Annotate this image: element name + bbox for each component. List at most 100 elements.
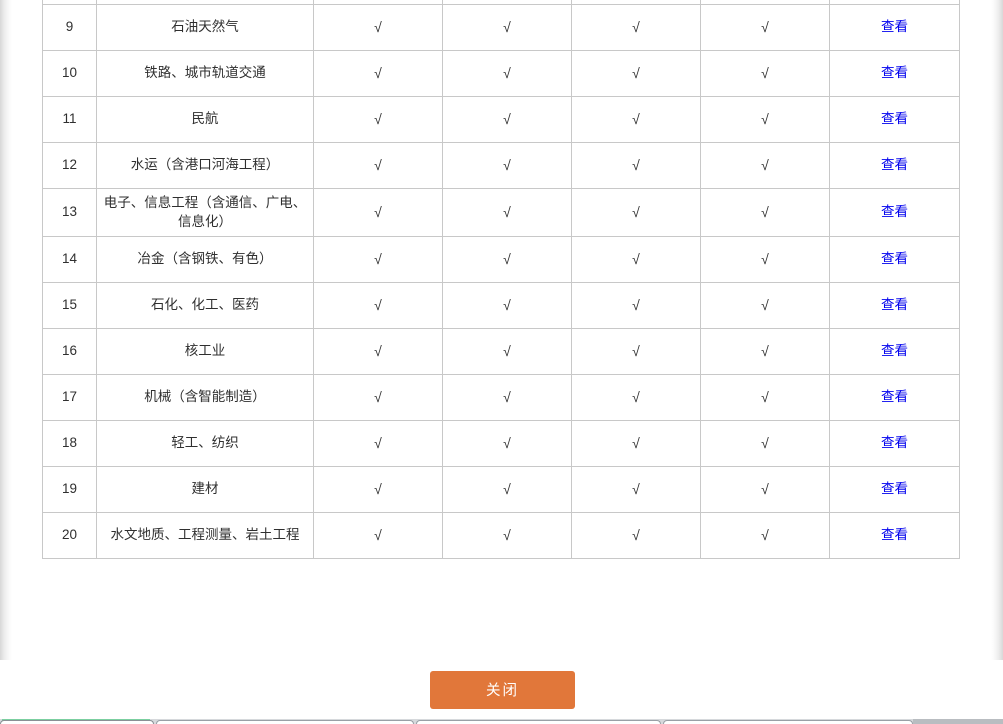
category-name-cell: 冶金（含钢铁、有色） (96, 235, 314, 283)
view-link[interactable]: 查看 (881, 343, 908, 358)
check-mark-cell-1: √ (313, 373, 443, 421)
check-mark-cell-2: √ (442, 187, 572, 237)
action-cell: 查看 (829, 235, 960, 283)
close-button[interactable]: 关闭 (430, 670, 575, 709)
check-mark-cell-1: √ (313, 187, 443, 237)
check-mark-cell-3: √ (571, 419, 701, 467)
view-link[interactable]: 查看 (881, 389, 908, 404)
view-link[interactable]: 查看 (881, 111, 908, 126)
category-name-cell: 电子、信息工程（含通信、广电、信息化） (96, 187, 314, 237)
check-mark-cell-4: √ (700, 419, 830, 467)
view-link[interactable]: 查看 (881, 204, 908, 219)
table-row: 17 机械（含智能制造） √ √ √ √ 查看 (42, 373, 960, 421)
chrome-tab-4[interactable] (663, 720, 913, 724)
action-cell: 查看 (829, 49, 960, 97)
check-mark-cell-4: √ (700, 95, 830, 143)
check-mark-cell-2: √ (442, 141, 572, 189)
row-index-cell: 16 (42, 327, 97, 375)
table-row: 11 民航 √ √ √ √ 查看 (42, 95, 960, 143)
check-mark-cell-1: √ (313, 281, 443, 329)
check-mark-cell-4: √ (700, 373, 830, 421)
check-mark-cell-1: √ (313, 465, 443, 513)
check-mark-cell-1: √ (313, 419, 443, 467)
row-index-cell: 19 (42, 465, 97, 513)
table-row: 9 石油天然气 √ √ √ √ 查看 (42, 3, 960, 51)
table-row: 19 建材 √ √ √ √ 查看 (42, 465, 960, 513)
check-mark-cell-1: √ (313, 3, 443, 51)
check-mark-cell-3: √ (571, 281, 701, 329)
action-cell: 查看 (829, 187, 960, 237)
action-cell: 查看 (829, 419, 960, 467)
category-name-cell: 石油天然气 (96, 3, 314, 51)
check-mark-cell-2: √ (442, 95, 572, 143)
check-mark-cell-4: √ (700, 235, 830, 283)
view-link[interactable]: 查看 (881, 157, 908, 172)
check-mark-cell-4: √ (700, 465, 830, 513)
action-cell: 查看 (829, 327, 960, 375)
chrome-tab-1[interactable] (0, 720, 154, 724)
row-index-cell: 12 (42, 141, 97, 189)
check-mark-cell-2: √ (442, 281, 572, 329)
check-mark-cell-1: √ (313, 327, 443, 375)
table-row: 10 铁路、城市轨道交通 √ √ √ √ 查看 (42, 49, 960, 97)
check-mark-cell-4: √ (700, 187, 830, 237)
action-cell: 查看 (829, 465, 960, 513)
action-cell: 查看 (829, 141, 960, 189)
view-link[interactable]: 查看 (881, 65, 908, 80)
check-mark-cell-1: √ (313, 235, 443, 283)
category-name-cell: 石化、化工、医药 (96, 281, 314, 329)
check-mark-cell-4: √ (700, 141, 830, 189)
check-mark-cell-3: √ (571, 511, 701, 559)
row-index-cell: 14 (42, 235, 97, 283)
row-index-cell: 20 (42, 511, 97, 559)
check-mark-cell-3: √ (571, 465, 701, 513)
category-name-cell: 水文地质、工程测量、岩土工程 (96, 511, 314, 559)
category-name-cell: 民航 (96, 95, 314, 143)
action-cell: 查看 (829, 3, 960, 51)
row-index-cell: 9 (42, 3, 97, 51)
category-name-cell: 核工业 (96, 327, 314, 375)
check-mark-cell-2: √ (442, 3, 572, 51)
browser-tab-strip (0, 719, 1003, 724)
category-name-cell: 建材 (96, 465, 314, 513)
action-cell: 查看 (829, 373, 960, 421)
check-mark-cell-3: √ (571, 235, 701, 283)
check-mark-cell-3: √ (571, 3, 701, 51)
check-mark-cell-4: √ (700, 49, 830, 97)
view-link[interactable]: 查看 (881, 297, 908, 312)
table-row: 20 水文地质、工程测量、岩土工程 √ √ √ √ 查看 (42, 511, 960, 559)
table-row: 13 电子、信息工程（含通信、广电、信息化） √ √ √ √ 查看 (42, 187, 960, 237)
check-mark-cell-4: √ (700, 511, 830, 559)
check-mark-cell-2: √ (442, 465, 572, 513)
table-row: 18 轻工、纺织 √ √ √ √ 查看 (42, 419, 960, 467)
category-name-cell: 机械（含智能制造） (96, 373, 314, 421)
check-mark-cell-2: √ (442, 327, 572, 375)
chrome-tab-2[interactable] (156, 720, 414, 724)
row-index-cell: 17 (42, 373, 97, 421)
dialog-surface: 9 石油天然气 √ √ √ √ 查看 10 铁路、城市轨道交通 √ √ √ √ 查看 11 民航 √ √ √ √ 查看 1… (0, 0, 1003, 719)
view-link[interactable]: 查看 (881, 251, 908, 266)
check-mark-cell-1: √ (313, 511, 443, 559)
check-mark-cell-2: √ (442, 235, 572, 283)
chrome-window-controls-area (913, 719, 1003, 724)
check-mark-cell-3: √ (571, 49, 701, 97)
table-row: 15 石化、化工、医药 √ √ √ √ 查看 (42, 281, 960, 329)
check-mark-cell-1: √ (313, 141, 443, 189)
row-index-cell: 11 (42, 95, 97, 143)
check-mark-cell-2: √ (442, 419, 572, 467)
view-link[interactable]: 查看 (881, 19, 908, 34)
check-mark-cell-2: √ (442, 373, 572, 421)
view-link[interactable]: 查看 (881, 435, 908, 450)
category-name-cell: 铁路、城市轨道交通 (96, 49, 314, 97)
check-mark-cell-3: √ (571, 95, 701, 143)
check-mark-cell-3: √ (571, 141, 701, 189)
category-name-cell: 水运（含港口河海工程） (96, 141, 314, 189)
check-mark-cell-4: √ (700, 327, 830, 375)
action-cell: 查看 (829, 281, 960, 329)
view-link[interactable]: 查看 (881, 481, 908, 496)
check-mark-cell-4: √ (700, 3, 830, 51)
check-mark-cell-2: √ (442, 49, 572, 97)
view-link[interactable]: 查看 (881, 527, 908, 542)
category-table-scroll-viewport[interactable]: 9 石油天然气 √ √ √ √ 查看 10 铁路、城市轨道交通 √ √ √ √ 查看 11 民航 √ √ √ √ 查看 1… (42, 0, 960, 559)
chrome-tab-3[interactable] (416, 720, 661, 724)
